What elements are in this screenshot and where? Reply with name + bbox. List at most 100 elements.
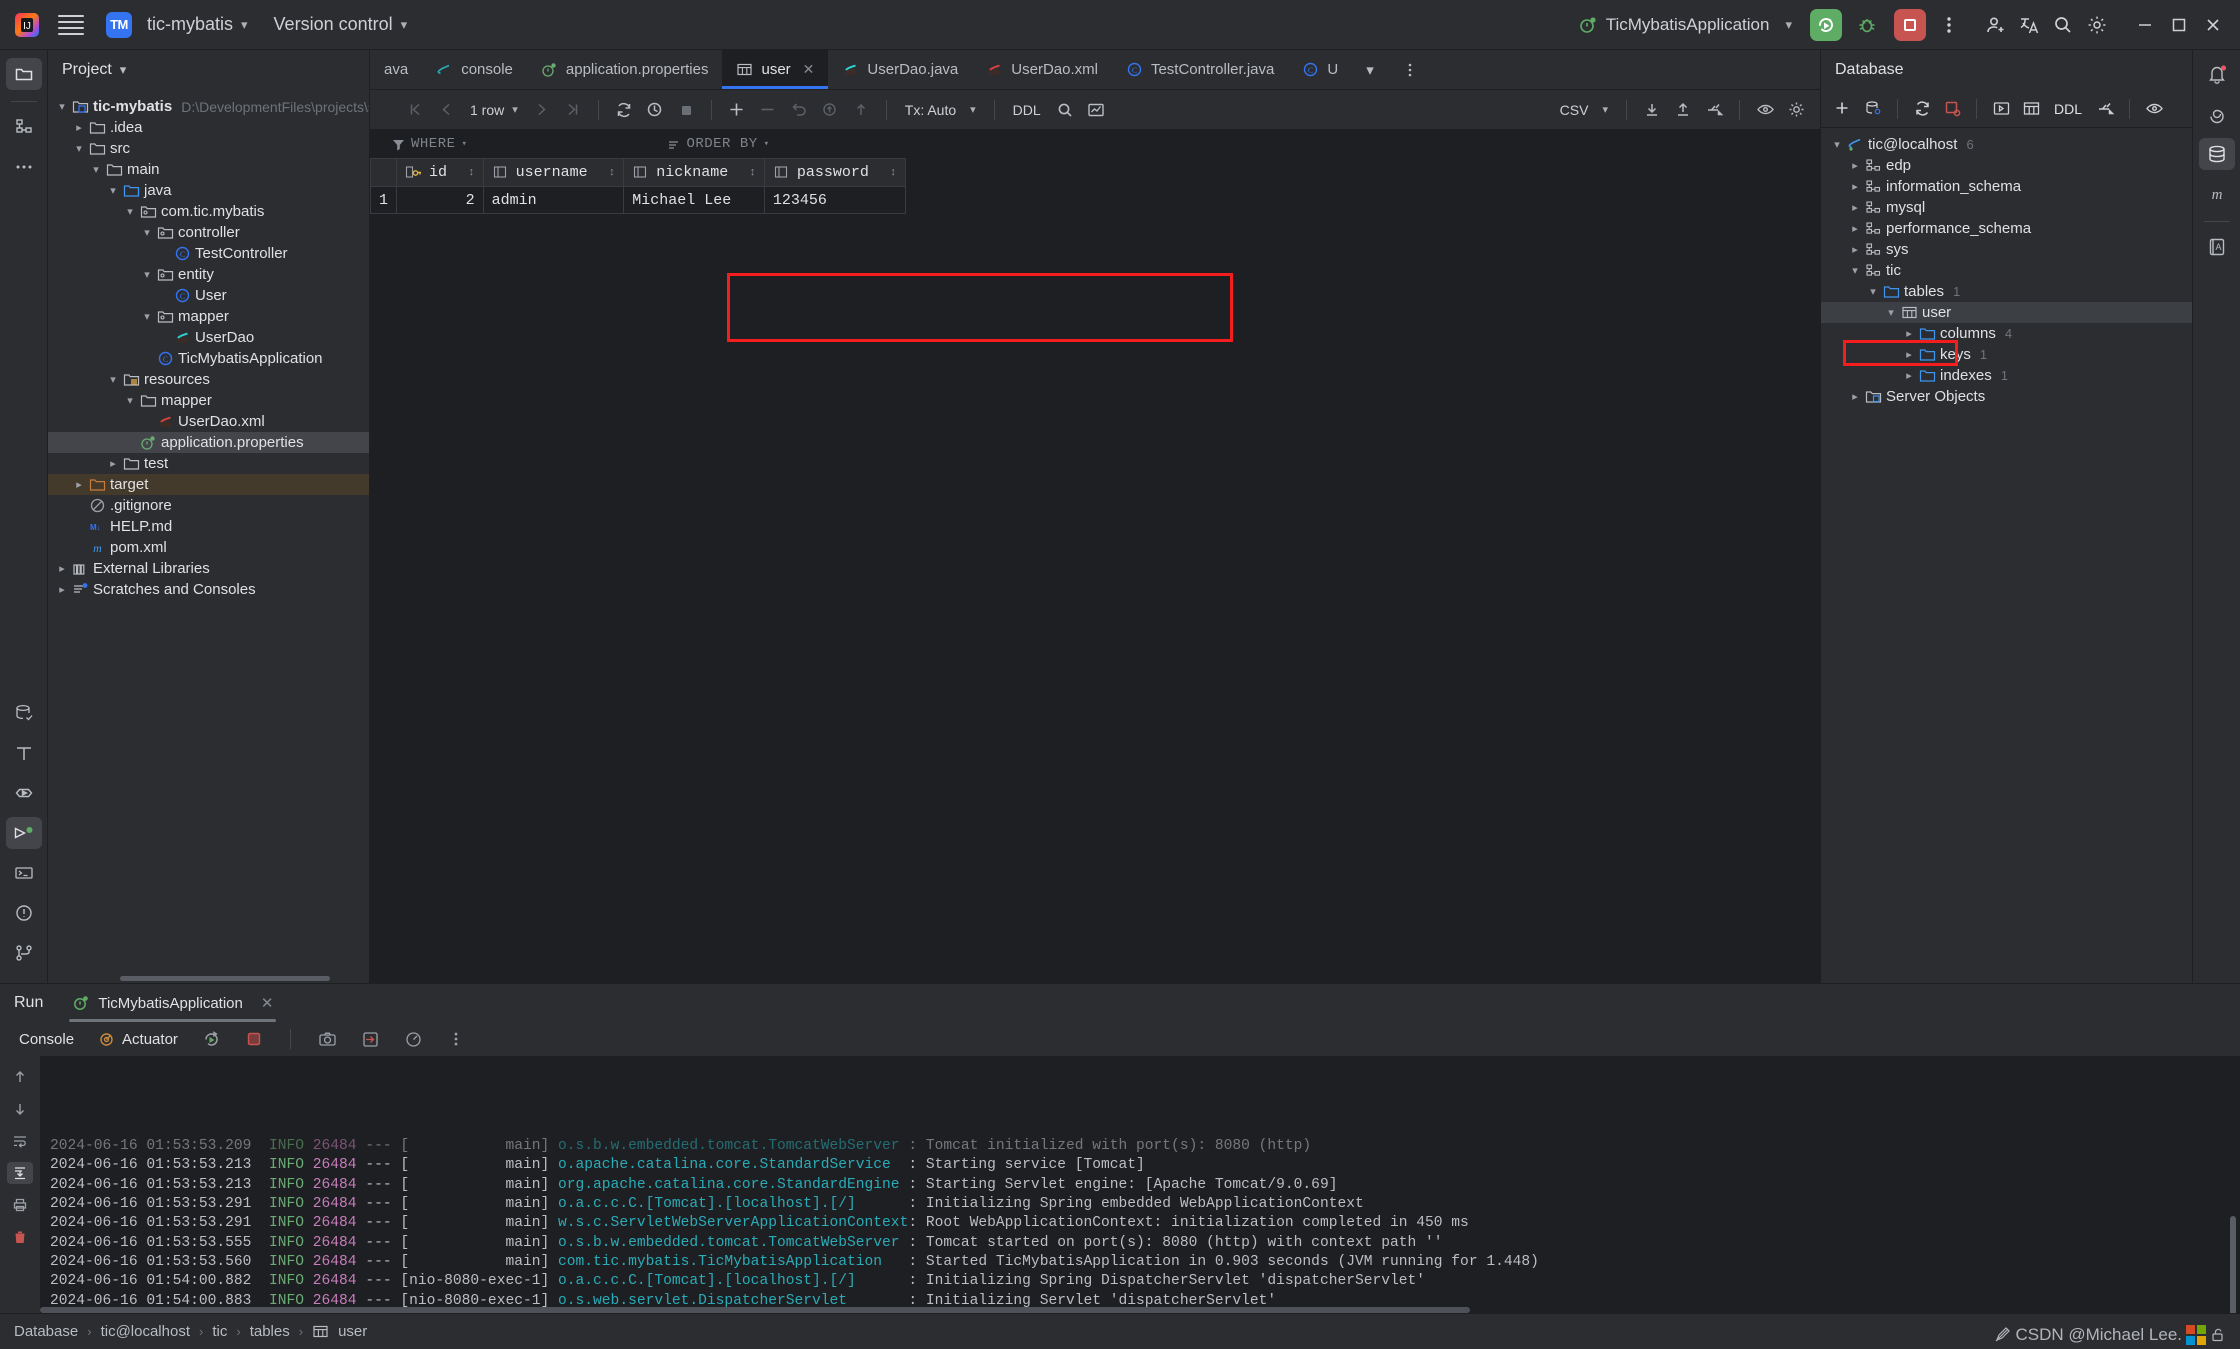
ddl-button[interactable]: DDL: [2047, 98, 2089, 120]
cell-password[interactable]: 123456: [763, 186, 906, 214]
chevron-right-icon[interactable]: ▸: [54, 583, 70, 596]
column-header-nickname[interactable]: nickname ↕: [623, 158, 765, 187]
chevron-down-icon[interactable]: ▾: [105, 184, 121, 197]
breadcrumb-segment[interactable]: tables: [250, 1323, 290, 1340]
cell-id[interactable]: 2: [396, 186, 484, 214]
run-configuration-selector[interactable]: TicMybatisApplication ▾: [1572, 11, 1798, 39]
sort-updown-icon[interactable]: ↕: [876, 167, 897, 179]
database-tree-item-tic[interactable]: ▾ tic: [1821, 260, 2192, 281]
maximize-icon[interactable]: [2162, 8, 2196, 42]
editor-tab-application-properties[interactable]: application.properties: [527, 50, 723, 89]
column-header-username[interactable]: username ↕: [482, 158, 625, 187]
trash-icon[interactable]: [7, 1226, 33, 1248]
project-tree-item-scratches-and-consoles[interactable]: ▸ Scratches and Consoles: [48, 579, 369, 600]
account-icon[interactable]: [1978, 8, 2012, 42]
project-tree-item-main[interactable]: ▾ main: [48, 159, 369, 180]
editor-tab-userdao-java[interactable]: UserDao.java: [828, 50, 972, 89]
cell-nickname[interactable]: Michael Lee: [623, 186, 765, 214]
project-tree-item--gitignore[interactable]: .gitignore: [48, 495, 369, 516]
chevron-down-icon[interactable]: ▾: [139, 226, 155, 239]
sidebar-item-notifications[interactable]: [2199, 58, 2235, 90]
project-tree-item-entity[interactable]: ▾ entity: [48, 264, 369, 285]
printer-icon[interactable]: [7, 1194, 33, 1216]
page-prev-icon[interactable]: [432, 97, 460, 123]
close-icon[interactable]: ✕: [803, 61, 815, 78]
editor-tab-userdao-xml[interactable]: UserDao.xml: [972, 50, 1112, 89]
sidebar-item-version-control[interactable]: [6, 937, 42, 969]
chevron-down-icon[interactable]: ▾: [139, 268, 155, 281]
editor-tab-u[interactable]: CU: [1288, 50, 1352, 89]
export-format-selector[interactable]: CSV ▾: [1553, 99, 1615, 121]
chevron-right-icon[interactable]: ▸: [1847, 201, 1863, 214]
minimize-icon[interactable]: [2128, 8, 2162, 42]
refresh-icon[interactable]: [610, 97, 638, 123]
export-to-icon[interactable]: [1700, 97, 1728, 123]
hamburger-menu-icon[interactable]: [58, 12, 84, 38]
database-tree-item-user[interactable]: ▾ user: [1821, 302, 2192, 323]
sort-updown-icon[interactable]: ↕: [595, 167, 616, 179]
orderby-filter[interactable]: ORDER BY ▾: [667, 136, 769, 152]
search-icon[interactable]: [2046, 8, 2080, 42]
breadcrumb-segment[interactable]: tic@localhost: [101, 1323, 190, 1340]
revert-icon[interactable]: [785, 97, 813, 123]
project-tree-item-userdao-xml[interactable]: UserDao.xml: [48, 411, 369, 432]
breadcrumb[interactable]: Database › tic@localhost › tic › tables › user: [14, 1323, 367, 1340]
database-tree[interactable]: ▾ tic@localhost 6 ▸ edp ▸ information_schema ▸ m…: [1821, 128, 2192, 983]
chevron-right-icon[interactable]: ▸: [1847, 159, 1863, 172]
database-tree-item-mysql[interactable]: ▸ mysql: [1821, 197, 2192, 218]
chevron-down-icon[interactable]: ▾: [122, 394, 138, 407]
sidebar-item-run[interactable]: [5, 817, 42, 849]
project-tree-item-java[interactable]: ▾ java: [48, 180, 369, 201]
project-tree-item-testcontroller[interactable]: C TestController: [48, 243, 369, 264]
project-tree-item-mapper[interactable]: ▾ mapper: [48, 306, 369, 327]
editor-tab-user[interactable]: user ✕: [722, 50, 829, 89]
project-tree-item-help-md[interactable]: M↓ HELP.md: [48, 516, 369, 537]
project-selector[interactable]: tic-mybatis ▾: [141, 10, 254, 39]
scroll-up-icon[interactable]: [7, 1066, 33, 1088]
chevron-down-icon[interactable]: ▾: [1829, 138, 1845, 151]
result-grid[interactable]: id ↕ username ↕ nickname ↕ password ↕ 1 2 admin Mic…: [369, 158, 1820, 983]
chevron-down-icon[interactable]: ▾: [54, 100, 70, 113]
project-horizontal-scrollbar[interactable]: [120, 976, 330, 981]
chart-icon[interactable]: [1082, 97, 1110, 123]
chevron-right-icon[interactable]: ▸: [1901, 369, 1917, 382]
chevron-right-icon[interactable]: ▸: [1901, 348, 1917, 361]
project-tree-item-mapper[interactable]: ▾ mapper: [48, 390, 369, 411]
project-tree-item-ticmybatisapplication[interactable]: C TicMybatisApplication: [48, 348, 369, 369]
ddl-button[interactable]: DDL: [1006, 99, 1048, 121]
database-tree-item-keys[interactable]: ▸ keys 1: [1821, 344, 2192, 365]
stop-button[interactable]: [1894, 8, 1926, 41]
editor-tabs-more[interactable]: [1388, 50, 1432, 89]
column-header-password[interactable]: password ↕: [763, 158, 906, 187]
database-tree-item-indexes[interactable]: ▸ indexes 1: [1821, 365, 2192, 386]
version-control-menu[interactable]: Version control ▾: [268, 10, 414, 39]
project-tree-item-controller[interactable]: ▾ controller: [48, 222, 369, 243]
chevron-down-icon[interactable]: ▾: [120, 62, 127, 78]
sidebar-item-problems[interactable]: [6, 897, 42, 929]
chevron-right-icon[interactable]: ▸: [71, 478, 87, 491]
project-tree-item-external-libraries[interactable]: ▸ External Libraries: [48, 558, 369, 579]
database-tree-item-server-objects[interactable]: ▸ Server Objects: [1821, 386, 2192, 407]
table-icon[interactable]: [2017, 96, 2045, 122]
actuator-tab[interactable]: Actuator: [93, 1028, 183, 1051]
project-tree-item-user[interactable]: C User: [48, 285, 369, 306]
upload-arrow-icon[interactable]: [847, 97, 875, 123]
project-tree-item-resources[interactable]: ▾ resources: [48, 369, 369, 390]
chevron-down-icon[interactable]: ▾: [1883, 306, 1899, 319]
sidebar-item-ai-assistant[interactable]: [2199, 98, 2235, 130]
more-vertical-icon[interactable]: [442, 1027, 470, 1051]
breadcrumb-segment[interactable]: Database: [14, 1323, 78, 1340]
sort-updown-icon[interactable]: ↕: [454, 167, 475, 179]
project-tree-item-pom-xml[interactable]: m pom.xml: [48, 537, 369, 558]
stop-button[interactable]: [240, 1027, 268, 1051]
jump-to-last-icon[interactable]: [559, 97, 587, 123]
plus-icon[interactable]: [723, 97, 751, 123]
chevron-right-icon[interactable]: ▸: [54, 562, 70, 575]
eye-icon[interactable]: [2140, 96, 2168, 122]
stop-red-icon[interactable]: [1938, 96, 1966, 122]
sidebar-item-maven[interactable]: m: [2199, 178, 2235, 210]
project-tree-item-target[interactable]: ▸ target: [48, 474, 369, 495]
column-header-id[interactable]: id ↕: [396, 158, 484, 187]
database-tree-item-tables[interactable]: ▾ tables 1: [1821, 281, 2192, 302]
grid-corner[interactable]: [369, 158, 398, 187]
